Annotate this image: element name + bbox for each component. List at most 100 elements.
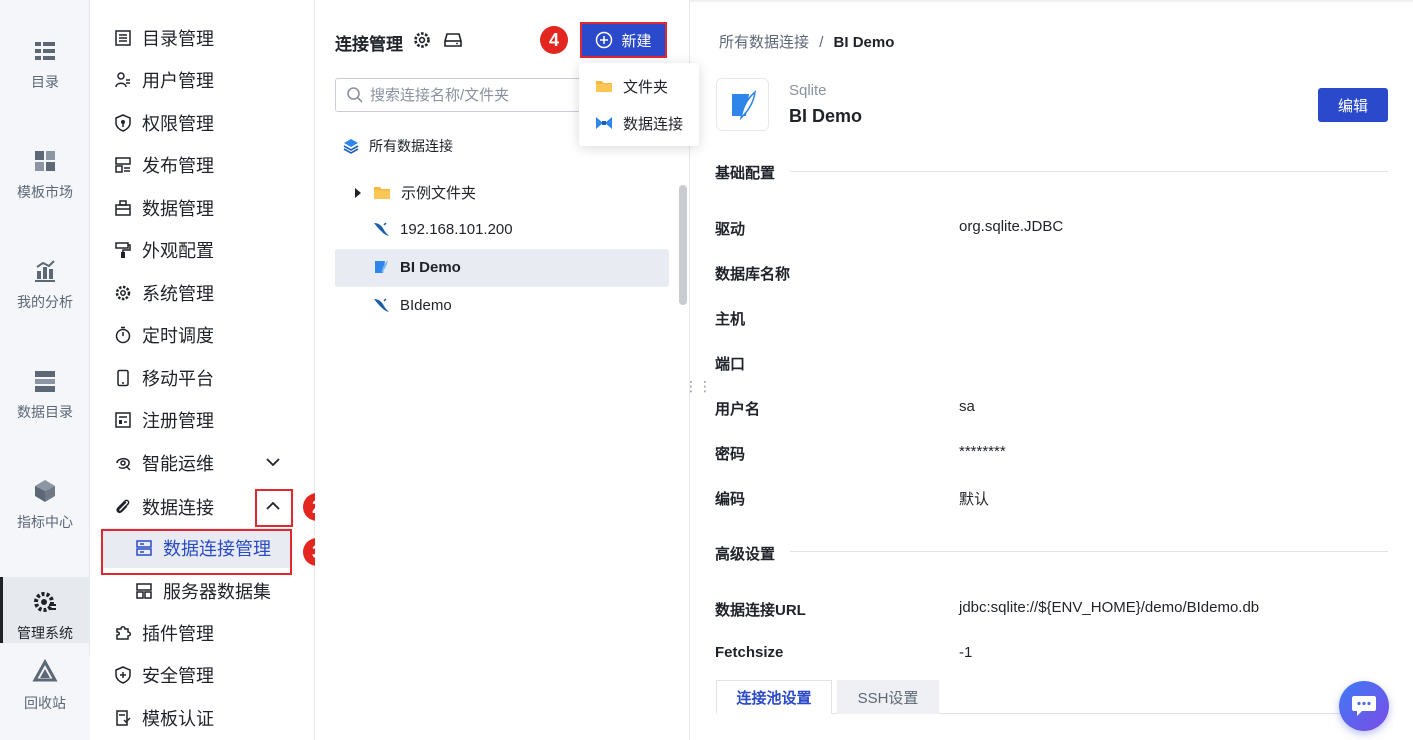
rail-item-template-market[interactable]: 模板市场 <box>0 148 90 202</box>
nav-item-ops[interactable]: 智能运维 <box>114 450 214 476</box>
ops-icon <box>116 458 131 471</box>
new-button-label: 新建 <box>621 32 652 50</box>
tree-item-folder[interactable]: 示例文件夹 <box>353 182 476 203</box>
tree-scrollbar[interactable] <box>679 185 687 305</box>
nav-sub-server-dataset[interactable]: 服务器数据集 <box>102 571 290 611</box>
field-value-encoding: 默认 <box>959 491 990 508</box>
nav-item-plugin-mgmt[interactable]: 插件管理 <box>114 620 214 646</box>
tree-root-all-connections[interactable]: 所有数据连接 <box>343 136 453 156</box>
nav-item-label: 模板认证 <box>142 709 214 729</box>
folder-icon <box>596 81 612 92</box>
nav-item-catalog-mgmt[interactable]: 目录管理 <box>114 25 214 51</box>
dropdown-item-data-connection[interactable]: 数据连接 <box>595 112 683 134</box>
chevron-up-icon[interactable] <box>265 500 281 512</box>
search-icon <box>347 87 363 103</box>
template-market-icon <box>35 151 55 171</box>
dropdown-item-label: 文件夹 <box>623 78 669 96</box>
nav-item-appearance[interactable]: 外观配置 <box>114 237 214 263</box>
field-value-url: jdbc:sqlite://${ENV_HOME}/demo/BIdemo.db <box>959 599 1260 616</box>
drive-icon[interactable] <box>443 30 463 50</box>
rail-item-admin[interactable]: 管理系统 <box>0 577 90 643</box>
field-value-username: sa <box>959 398 975 415</box>
security-shield-icon <box>115 666 131 684</box>
folder-icon <box>374 186 390 199</box>
shield-icon <box>115 114 131 132</box>
step-badge-4: 4 <box>540 26 568 54</box>
connection-detail: 所有数据连接 / BI Demo Sqlite BI Demo 编辑 基础配置 … <box>690 0 1413 740</box>
catalog-icon <box>35 42 55 60</box>
sqlite-feather-icon <box>731 89 756 120</box>
new-button[interactable]: 新建 <box>580 22 667 58</box>
nav-item-label: 移动平台 <box>142 369 214 389</box>
chevron-down-icon[interactable] <box>265 456 281 468</box>
edit-button[interactable]: 编辑 <box>1318 88 1388 122</box>
rail-label: 数据目录 <box>17 404 73 420</box>
rail-label: 模板市场 <box>17 184 73 200</box>
tab-connection-pool[interactable]: 连接池设置 <box>716 680 832 714</box>
db-type: Sqlite <box>789 82 827 99</box>
field-label-fetchsize: Fetchsize <box>715 644 784 661</box>
nav-item-scheduling[interactable]: 定时调度 <box>114 322 214 348</box>
dropdown-item-folder[interactable]: 文件夹 <box>595 75 668 97</box>
analysis-icon <box>35 260 55 282</box>
paperclip-icon <box>116 499 130 514</box>
rail-item-data-catalog[interactable]: 数据目录 <box>0 368 90 422</box>
field-label-password: 密码 <box>715 446 746 463</box>
tab-ssh[interactable]: SSH设置 <box>837 680 939 714</box>
nav-item-label: 外观配置 <box>142 241 214 261</box>
icon-rail: 目录 模板市场 我的分析 数据目录 指标中心 管理系统 回收站 <box>0 0 90 740</box>
field-label-db-name: 数据库名称 <box>715 266 791 283</box>
nav-item-label: 注册管理 <box>142 411 214 431</box>
section-divider <box>790 171 1388 172</box>
nav-item-publish-mgmt[interactable]: 发布管理 <box>114 152 214 178</box>
data-connection-icon <box>596 117 612 129</box>
rail-label: 指标中心 <box>17 514 73 530</box>
user-icon <box>115 72 130 88</box>
gear-icon <box>34 592 56 612</box>
search-box[interactable] <box>335 78 595 112</box>
briefcase-icon <box>115 200 131 216</box>
app-root: 目录 模板市场 我的分析 数据目录 指标中心 管理系统 回收站 目录管理 用户管… <box>0 0 1413 740</box>
nav-item-mobile[interactable]: 移动平台 <box>114 365 214 391</box>
mysql-icon <box>374 298 389 312</box>
tree-item-connection-selected[interactable]: BI Demo <box>372 258 461 276</box>
nav-item-system-mgmt[interactable]: 系统管理 <box>114 280 214 306</box>
section-title-basic: 基础配置 <box>715 165 776 182</box>
nav-item-permission-mgmt[interactable]: 权限管理 <box>114 110 214 136</box>
plus-circle-icon <box>596 31 613 49</box>
nav-item-registration[interactable]: 注册管理 <box>114 407 214 433</box>
rail-item-catalog[interactable]: 目录 <box>0 38 90 92</box>
rail-item-my-analysis[interactable]: 我的分析 <box>0 258 90 312</box>
mobile-icon <box>117 369 129 387</box>
field-label-username: 用户名 <box>715 401 761 418</box>
nav-item-label: 定时调度 <box>142 326 214 346</box>
field-value-fetchsize: -1 <box>959 644 973 661</box>
nav-item-template-cert[interactable]: 模板认证 <box>114 705 214 731</box>
nav-item-data-mgmt[interactable]: 数据管理 <box>114 195 214 221</box>
tree-label: BIdemo <box>400 296 452 314</box>
nav-item-label: 插件管理 <box>142 624 214 644</box>
tree-item-connection[interactable]: BIdemo <box>372 296 452 314</box>
nav-item-data-connection[interactable]: 数据连接 <box>114 494 214 520</box>
settings-icon[interactable] <box>412 30 432 50</box>
tree-item-connection[interactable]: 192.168.101.200 <box>372 220 513 238</box>
nav-sub-label: 服务器数据集 <box>163 582 271 602</box>
search-input[interactable] <box>370 86 570 104</box>
settings-icon <box>115 285 131 301</box>
chat-assistant-button[interactable] <box>1339 681 1389 731</box>
breadcrumb-parent[interactable]: 所有数据连接 <box>719 34 809 51</box>
field-value-driver: org.sqlite.JDBC <box>959 218 1064 235</box>
nav-item-user-mgmt[interactable]: 用户管理 <box>114 67 214 93</box>
rail-item-metrics[interactable]: 指标中心 <box>0 478 90 532</box>
field-label-url: 数据连接URL <box>715 602 806 619</box>
nav-item-label: 权限管理 <box>142 114 214 134</box>
mysql-icon <box>374 222 389 236</box>
timer-icon <box>115 326 131 344</box>
highlight-box-connection-mgmt <box>101 529 292 575</box>
nav-item-security-mgmt[interactable]: 安全管理 <box>114 662 214 688</box>
rail-label: 我的分析 <box>17 294 73 310</box>
tree-label: 示例文件夹 <box>401 185 477 202</box>
rail-item-recycle[interactable]: 回收站 <box>0 655 90 740</box>
list-icon <box>115 30 131 46</box>
tree-label: BI Demo <box>400 258 461 276</box>
